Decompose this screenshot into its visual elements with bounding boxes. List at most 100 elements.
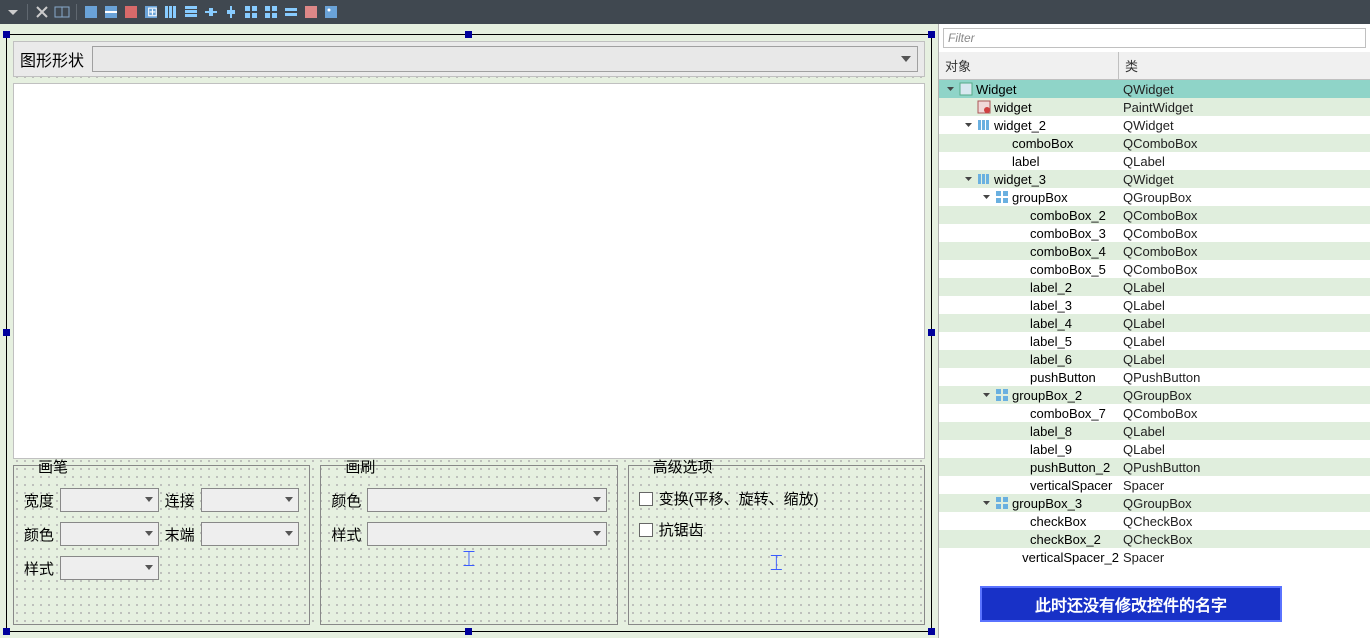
tree-row[interactable]: groupBox_2QGroupBox — [939, 386, 1370, 404]
paint-widget[interactable] — [13, 83, 925, 459]
expander-icon[interactable] — [963, 174, 974, 185]
tree-row[interactable]: label_4QLabel — [939, 314, 1370, 332]
pen-width-combo[interactable] — [60, 488, 159, 512]
tree-row[interactable]: comboBox_3QComboBox — [939, 224, 1370, 242]
expander-icon[interactable] — [999, 426, 1010, 437]
layout-icon-1[interactable] — [82, 3, 100, 21]
pen-cap-combo[interactable] — [201, 522, 300, 546]
rows-icon[interactable] — [182, 3, 200, 21]
resize-handle[interactable] — [928, 628, 935, 635]
resize-handle[interactable] — [928, 329, 935, 336]
design-canvas[interactable]: 图形形状 画笔 宽度 连接 颜色 末端 — [0, 24, 938, 638]
hsplit-icon[interactable] — [53, 3, 71, 21]
layout-icon-4[interactable]: ⊞ — [142, 3, 160, 21]
expander-icon[interactable] — [963, 120, 974, 131]
tree-row[interactable]: label_2QLabel — [939, 278, 1370, 296]
tree-row[interactable]: checkBoxQCheckBox — [939, 512, 1370, 530]
tree-row[interactable]: labelQLabel — [939, 152, 1370, 170]
pen-color-combo[interactable] — [60, 522, 159, 546]
resize-handle[interactable] — [3, 329, 10, 336]
object-name: widget_3 — [994, 172, 1046, 187]
expander-icon[interactable] — [999, 318, 1010, 329]
expander-icon[interactable] — [999, 354, 1010, 365]
shape-combobox[interactable] — [92, 46, 918, 72]
grid2-icon[interactable] — [262, 3, 280, 21]
tree-row[interactable]: label_8QLabel — [939, 422, 1370, 440]
header-object[interactable]: 对象 — [939, 52, 1119, 79]
node-icon — [1013, 280, 1027, 294]
expander-icon[interactable] — [999, 462, 1010, 473]
brush-style-combo[interactable] — [367, 522, 606, 546]
expander-icon[interactable] — [999, 336, 1010, 347]
tree-row[interactable]: groupBoxQGroupBox — [939, 188, 1370, 206]
resize-handle[interactable] — [928, 31, 935, 38]
expander-icon[interactable] — [999, 534, 1010, 545]
brush-color-combo[interactable] — [367, 488, 606, 512]
tree-row[interactable]: comboBox_2QComboBox — [939, 206, 1370, 224]
brush-groupbox: 画刷 颜色 样式 ⌶ — [320, 465, 617, 625]
expander-icon[interactable] — [981, 192, 992, 203]
resize-handle[interactable] — [465, 628, 472, 635]
object-name: label_8 — [1030, 424, 1072, 439]
pen-style-combo[interactable] — [60, 556, 159, 580]
tree-row[interactable]: widget_2QWidget — [939, 116, 1370, 134]
columns-icon[interactable] — [162, 3, 180, 21]
tree-row[interactable]: verticalSpacerSpacer — [939, 476, 1370, 494]
pen-join-combo[interactable] — [201, 488, 300, 512]
pen-title: 画笔 — [32, 456, 74, 477]
image-icon[interactable] — [322, 3, 340, 21]
tree-row[interactable]: comboBox_4QComboBox — [939, 242, 1370, 260]
expander-icon[interactable] — [981, 156, 992, 167]
grid-icon[interactable] — [242, 3, 260, 21]
tree-row[interactable]: groupBox_3QGroupBox — [939, 494, 1370, 512]
tree-row[interactable]: label_9QLabel — [939, 440, 1370, 458]
tree-row[interactable]: comboBox_7QComboBox — [939, 404, 1370, 422]
expander-icon[interactable] — [999, 552, 1007, 563]
expander-icon[interactable] — [999, 444, 1010, 455]
object-tree[interactable]: WidgetQWidgetwidgetPaintWidgetwidget_2QW… — [939, 80, 1370, 638]
expander-icon[interactable] — [999, 516, 1010, 527]
tree-row[interactable]: comboBoxQComboBox — [939, 134, 1370, 152]
tree-row[interactable]: pushButton_2QPushButton — [939, 458, 1370, 476]
expander-icon[interactable] — [981, 498, 992, 509]
filter-input[interactable]: Filter — [943, 28, 1366, 48]
expander-icon[interactable] — [999, 300, 1010, 311]
node-icon — [1013, 406, 1027, 420]
expander-icon[interactable] — [999, 282, 1010, 293]
transform-checkbox[interactable] — [639, 492, 653, 506]
tree-row[interactable]: label_6QLabel — [939, 350, 1370, 368]
tree-row[interactable]: label_5QLabel — [939, 332, 1370, 350]
expander-icon[interactable] — [999, 210, 1010, 221]
tree-row[interactable]: comboBox_5QComboBox — [939, 260, 1370, 278]
expander-icon[interactable] — [999, 372, 1010, 383]
expander-icon[interactable] — [999, 264, 1010, 275]
resize-handle[interactable] — [3, 628, 10, 635]
break-icon[interactable] — [302, 3, 320, 21]
expander-icon[interactable] — [999, 408, 1010, 419]
tree-row[interactable]: pushButtonQPushButton — [939, 368, 1370, 386]
antialias-checkbox[interactable] — [639, 523, 653, 537]
gridh-icon[interactable] — [282, 3, 300, 21]
tree-row[interactable]: widgetPaintWidget — [939, 98, 1370, 116]
expander-icon[interactable] — [999, 228, 1010, 239]
resize-handle[interactable] — [465, 31, 472, 38]
valign-icon[interactable] — [222, 3, 240, 21]
tree-row[interactable]: checkBox_2QCheckBox — [939, 530, 1370, 548]
tree-row[interactable]: WidgetQWidget — [939, 80, 1370, 98]
header-class[interactable]: 类 — [1119, 52, 1144, 79]
tree-row[interactable]: verticalSpacer_2Spacer — [939, 548, 1370, 566]
close-icon[interactable] — [33, 3, 51, 21]
dropdown-icon[interactable] — [4, 3, 22, 21]
expander-icon[interactable] — [999, 480, 1010, 491]
expander-icon[interactable] — [963, 102, 974, 113]
layout-icon-2[interactable] — [102, 3, 120, 21]
layout-icon-3[interactable] — [122, 3, 140, 21]
expander-icon[interactable] — [981, 138, 992, 149]
tree-row[interactable]: widget_3QWidget — [939, 170, 1370, 188]
expander-icon[interactable] — [999, 246, 1010, 257]
halign-icon[interactable] — [202, 3, 220, 21]
resize-handle[interactable] — [3, 31, 10, 38]
tree-row[interactable]: label_3QLabel — [939, 296, 1370, 314]
expander-icon[interactable] — [981, 390, 992, 401]
expander-icon[interactable] — [945, 84, 956, 95]
